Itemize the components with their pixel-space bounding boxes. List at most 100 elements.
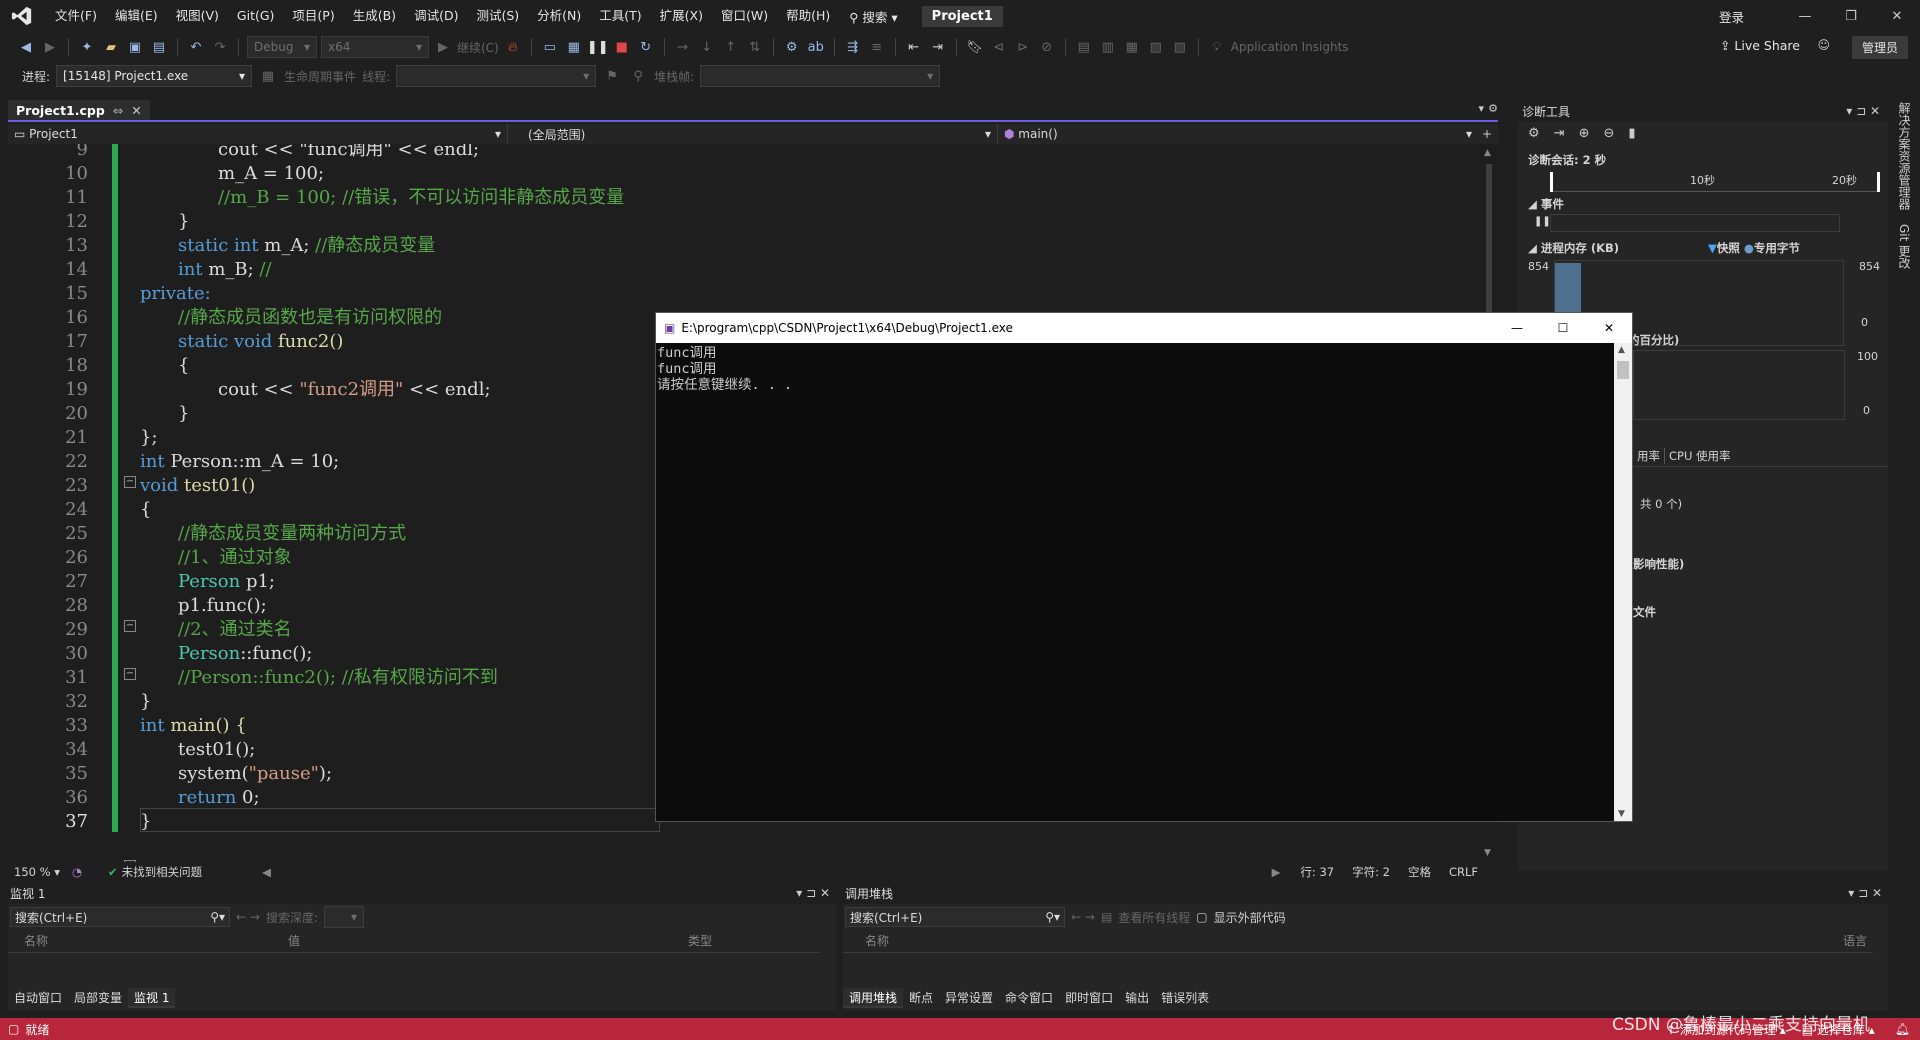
platform-dropdown[interactable]: x64 ▾ (321, 36, 429, 58)
col-value[interactable]: 值 (288, 930, 300, 952)
git-changes-tab[interactable]: Git 更改 (1896, 224, 1913, 269)
thread-dropdown[interactable]: ▾ (396, 65, 597, 87)
panel-controls-icon[interactable]: ▾ ⊐ ✕ (1846, 104, 1888, 118)
menu-item[interactable]: 帮助(H) (777, 0, 839, 32)
events-track[interactable] (1550, 214, 1840, 232)
pause-events-icon[interactable]: ❚❚ (1534, 216, 1551, 227)
tab-list-icon[interactable]: ▾ (1478, 102, 1484, 115)
stack-frame-dropdown[interactable]: ▾ (700, 65, 941, 87)
menu-item[interactable]: 工具(T) (590, 0, 650, 32)
char-indicator[interactable]: 字符: 2 (1352, 864, 1408, 880)
console-maximize-icon[interactable]: ☐ (1540, 321, 1586, 335)
close-icon[interactable]: ✕ (1874, 0, 1920, 32)
tab-project1-cpp[interactable]: Project1.cpp ⇔ ✕ (8, 100, 150, 120)
comment-icon[interactable]: ▤ (1074, 37, 1094, 57)
menu-item[interactable]: 扩展(X) (651, 0, 712, 32)
panel-controls-icon[interactable]: ▾ ⊐ ✕ (796, 886, 836, 900)
fold-toggle-icon[interactable]: − (124, 668, 136, 680)
insights-icon[interactable]: 💡︎ (1207, 37, 1227, 57)
continue-icon[interactable]: ▶ (433, 37, 453, 57)
events-section[interactable]: ◢ 事件 (1528, 196, 1564, 212)
hot-reload-icon[interactable]: 🔥︎ (503, 37, 523, 57)
lifecycle-icon[interactable]: ▦ (258, 66, 278, 86)
view-all-threads-button[interactable]: 查看所有线程 (1118, 909, 1190, 926)
app-insights-button[interactable]: Application Insights (1231, 40, 1349, 54)
restore-icon[interactable]: ❐ (1828, 0, 1874, 32)
tab-output[interactable]: 输出 (1119, 988, 1155, 1008)
menu-item[interactable]: 文件(F) (46, 0, 106, 32)
layout-icon[interactable]: ▦ (564, 37, 584, 57)
indent-icon[interactable]: ⇤ (904, 37, 924, 57)
tab-exception-settings[interactable]: 异常设置 (939, 988, 999, 1008)
tab-call-stack[interactable]: 调用堆栈 (843, 988, 904, 1008)
col-name[interactable]: 名称 (865, 930, 889, 952)
align-icon[interactable]: ▧ (1146, 37, 1166, 57)
bookmark-prev-icon[interactable]: ⊲ (989, 37, 1009, 57)
tab-cpu-usage[interactable]: CPU 使用率 (1665, 448, 1735, 464)
flag-icon[interactable]: ⚑ (602, 66, 622, 86)
eol-indicator[interactable]: CRLF (1449, 865, 1498, 879)
back-icon[interactable]: ◀ (16, 37, 36, 57)
tab-breakpoints[interactable]: 断点 (903, 988, 939, 1008)
intellicode-icon[interactable]: ◔ (66, 865, 88, 879)
visual-studio-logo-icon[interactable] (6, 0, 38, 32)
minimize-icon[interactable]: — (1782, 0, 1828, 32)
step-into-icon[interactable]: ↓ (697, 37, 717, 57)
bookmark-icon[interactable]: 🔖︎ (965, 37, 985, 57)
restart-icon[interactable]: ↻ (636, 37, 656, 57)
notifications-icon[interactable]: 🔔︎ (1895, 1022, 1920, 1036)
menu-item[interactable]: 生成(B) (344, 0, 405, 32)
menu-item[interactable]: 编辑(E) (106, 0, 167, 32)
console-minimize-icon[interactable]: — (1494, 321, 1540, 335)
menu-item[interactable]: 视图(V) (167, 0, 228, 32)
fold-toggle-icon[interactable]: − (124, 476, 136, 488)
indent-indicator[interactable]: 空格 (1408, 864, 1449, 880)
menu-item[interactable]: 窗口(W) (712, 0, 777, 32)
tab-command-window[interactable]: 命令窗口 (999, 988, 1059, 1008)
step-over-icon[interactable]: → (673, 37, 693, 57)
tab-immediate-window[interactable]: 即时窗口 (1059, 988, 1119, 1008)
diagnostics-icon[interactable]: ⚙ (782, 37, 802, 57)
console-scrollbar[interactable]: ▲ ▼ (1614, 343, 1632, 821)
menu-item[interactable]: 项目(P) (283, 0, 343, 32)
process-dropdown[interactable]: [15148] Project1.exe ▾ (56, 65, 253, 87)
redo-icon[interactable]: ↷ (210, 37, 230, 57)
cols-icon[interactable]: ▨ (1170, 37, 1190, 57)
zoom-dropdown[interactable]: 150 % ▾ (8, 865, 66, 879)
browser-icon[interactable]: ▭ (540, 37, 560, 57)
tab-autos[interactable]: 自动窗口 (8, 988, 68, 1008)
tab-settings-icon[interactable]: ⚙ (1488, 102, 1498, 115)
tab-memory-usage[interactable]: 用率 (1633, 448, 1665, 464)
console-titlebar[interactable]: ▣ E:\program\cpp\CSDN\Project1\x64\Debug… (656, 313, 1632, 343)
bookmark-next-icon[interactable]: ⊳ (1013, 37, 1033, 57)
feedback-icon[interactable]: ☺ (1817, 38, 1830, 52)
undo-icon[interactable]: ↶ (186, 37, 206, 57)
outdent-icon[interactable]: ⇥ (928, 37, 948, 57)
open-folder-icon[interactable]: ▰ (101, 37, 121, 57)
nav-scope-dropdown[interactable]: (全局范围) ▾ (508, 124, 998, 144)
forward-icon[interactable]: ▶ (40, 37, 60, 57)
col-language[interactable]: 语言 (1843, 930, 1867, 952)
nav-function-dropdown[interactable]: ⬢ main() ▾ (998, 124, 1478, 144)
export-icon[interactable]: ⇥ (1554, 126, 1565, 141)
col-type[interactable]: 类型 (688, 930, 712, 952)
cpu-chart[interactable] (1633, 350, 1845, 420)
tab-error-list[interactable]: 错误列表 (1155, 988, 1215, 1008)
tab-locals[interactable]: 局部变量 (68, 988, 128, 1008)
filter-icon[interactable]: ⚲ (628, 66, 648, 86)
col-name[interactable]: 名称 (24, 930, 48, 952)
nav-arrows-icon[interactable]: ← → (236, 910, 260, 924)
step-out-icon[interactable]: ↑ (721, 37, 741, 57)
lifecycle-events-button[interactable]: 生命周期事件 (284, 68, 356, 85)
continue-button[interactable]: 继续(C) (457, 39, 499, 56)
split-icon[interactable]: + (1478, 127, 1492, 141)
search-depth-dropdown[interactable]: ▾ (323, 906, 364, 928)
memory-section[interactable]: ◢ 进程内存 (KB) (1528, 240, 1619, 256)
solution-explorer-tab[interactable]: 解决方案资源管理器 (1896, 102, 1913, 210)
bookmark-clear-icon[interactable]: ⊘ (1037, 37, 1057, 57)
console-close-icon[interactable]: ✕ (1586, 321, 1632, 335)
fold-toggle-icon[interactable]: − (124, 620, 136, 632)
spell-icon[interactable]: ab (806, 37, 826, 57)
pin-icon[interactable]: ⇔ (113, 103, 123, 118)
settings-icon[interactable]: ⚙ (1528, 126, 1540, 141)
